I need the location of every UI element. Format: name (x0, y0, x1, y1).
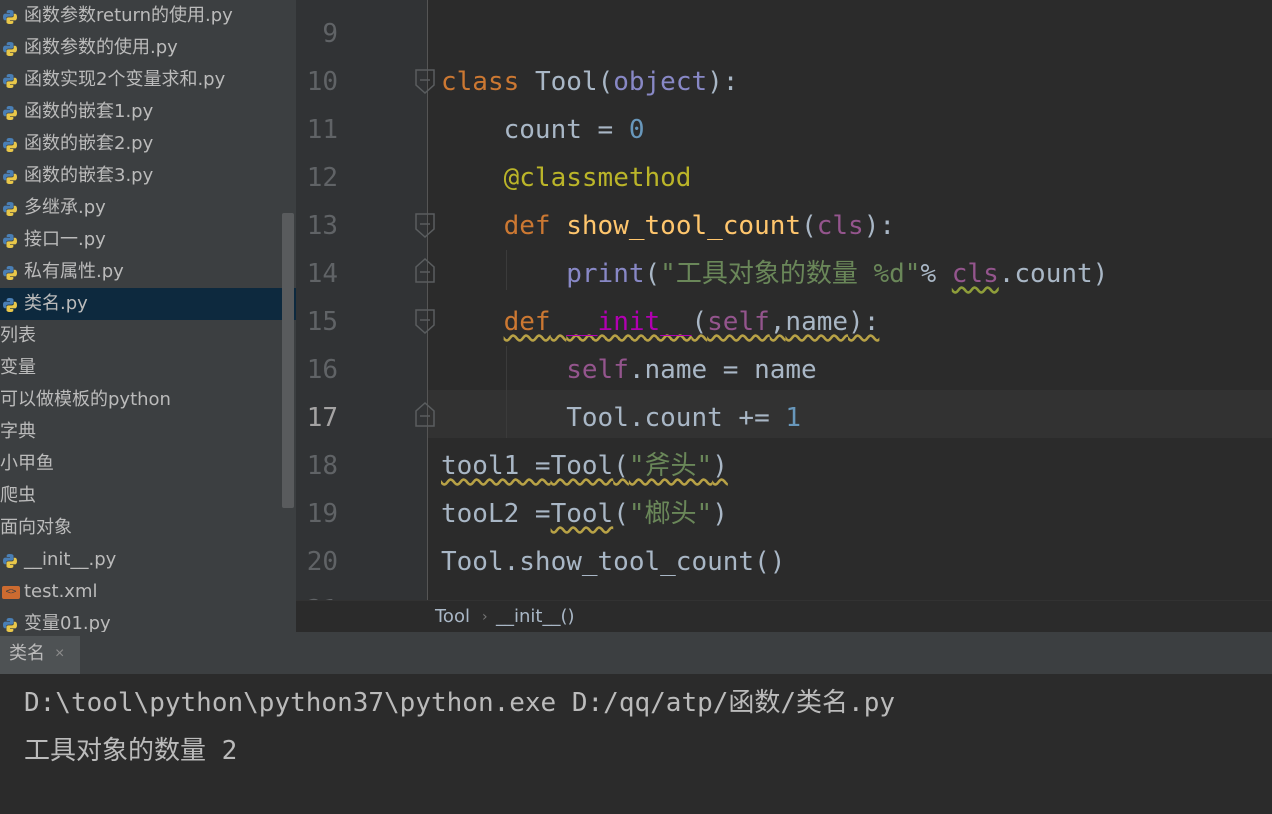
code-line-13[interactable]: def show_tool_count(cls): (441, 202, 895, 250)
python-file-icon (3, 202, 17, 216)
python-file-icon (3, 170, 17, 184)
line-number: 13 (306, 211, 338, 241)
run-console[interactable]: D:\tool\python\python37\python.exe D:/qq… (0, 675, 1272, 814)
xml-file-icon: <> (2, 586, 20, 599)
fold-open-icon[interactable] (414, 69, 436, 95)
python-file-icon (3, 298, 17, 312)
tree-item[interactable]: 函数的嵌套3.py (0, 160, 296, 192)
tree-item-label: 变量01.py (24, 613, 111, 632)
tree-item-label: 爬虫 (0, 485, 36, 506)
tree-item[interactable]: 私有属性.py (0, 256, 296, 288)
tree-item-label: 函数参数的使用.py (24, 37, 178, 58)
tree-item[interactable]: 函数参数return的使用.py (0, 0, 296, 32)
code-line-12[interactable]: @classmethod (441, 154, 692, 202)
tree-item[interactable]: 接口一.py (0, 224, 296, 256)
python-file-icon (3, 74, 17, 88)
tree-item[interactable]: __init__.py (0, 544, 296, 576)
code-line-10[interactable]: class Tool(object): (441, 58, 738, 106)
line-number: 10 (306, 67, 338, 97)
tree-item-label: 类名.py (24, 293, 88, 314)
console-line: 工具对象的数量 2 (24, 736, 238, 766)
code-editor[interactable]: 9 10 11 12 13 14 15 16 17 18 19 20 21 class Tool(obj… (296, 0, 1272, 600)
tree-item-label: 变量 (0, 357, 36, 378)
tree-item[interactable]: 类名.py (0, 288, 296, 320)
fold-open-icon[interactable] (414, 213, 436, 239)
breadcrumb-item-class[interactable]: Tool (435, 601, 470, 633)
breadcrumb: Tool › __init__() (296, 600, 1272, 633)
tree-item-label: test.xml (24, 581, 98, 602)
tree-item[interactable]: 列表 (0, 320, 296, 352)
python-file-icon (3, 138, 17, 152)
tree-item-label: __init__.py (24, 549, 117, 570)
console-line: D:\tool\python\python37\python.exe D:/qq… (24, 688, 896, 718)
tree-item-label: 函数的嵌套1.py (24, 101, 154, 122)
tree-item[interactable]: 小甲鱼 (0, 448, 296, 480)
tree-scrollbar[interactable] (282, 213, 294, 508)
code-line-15[interactable]: def __init__(self,name): (441, 298, 880, 346)
tree-item-label: 可以做模板的python (0, 389, 171, 410)
tree-item-label: 小甲鱼 (0, 453, 54, 474)
code-line-16[interactable]: self.name = name (441, 346, 816, 394)
tree-item[interactable]: 面向对象 (0, 512, 296, 544)
line-number: 16 (306, 355, 338, 385)
python-file-icon (3, 266, 17, 280)
python-file-icon (3, 618, 17, 632)
code-line-17[interactable]: Tool.count += 1 (441, 394, 801, 442)
code-line-14[interactable]: print("工具对象的数量 %d"% cls.count) (441, 250, 1108, 298)
run-tab[interactable]: 类名 × (0, 636, 80, 674)
python-file-icon (3, 42, 17, 56)
code-line-19[interactable]: tooL2 =Tool("榔头") (441, 490, 728, 538)
tree-item-label: 字典 (0, 421, 36, 442)
line-number: 17 (306, 403, 338, 433)
tree-item[interactable]: 函数实现2个变量求和.py (0, 64, 296, 96)
tree-item[interactable]: 变量01.py (0, 608, 296, 632)
line-number: 12 (306, 163, 338, 193)
tree-item[interactable]: 多继承.py (0, 192, 296, 224)
python-file-icon (3, 554, 17, 568)
tree-item-label: 面向对象 (0, 517, 72, 538)
tree-item[interactable]: 函数的嵌套1.py (0, 96, 296, 128)
tree-item-label: 列表 (0, 325, 36, 346)
tree-item[interactable]: 函数参数的使用.py (0, 32, 296, 64)
line-number: 11 (306, 115, 338, 145)
code-line-20[interactable]: Tool.show_tool_count() (441, 538, 785, 586)
run-tab-label: 类名 (9, 643, 45, 664)
tree-item[interactable]: <> test.xml (0, 576, 296, 608)
close-icon[interactable]: × (55, 636, 64, 672)
code-line-11[interactable]: count = 0 (441, 106, 645, 154)
fold-open-icon[interactable] (414, 309, 436, 335)
code-line-18[interactable]: tool1 =Tool("斧头") (441, 442, 728, 490)
line-number: 21 (296, 586, 338, 600)
line-number: 9 (322, 19, 338, 49)
project-tree: 函数参数return的使用.py 函数参数的使用.py 函数实现2个变量求和.py 函… (0, 0, 296, 632)
tree-item-label: 接口一.py (24, 229, 106, 250)
line-number: 15 (306, 307, 338, 337)
tree-item[interactable]: 字典 (0, 416, 296, 448)
tree-item-label: 多继承.py (24, 197, 106, 218)
run-tool-bar: 类名 × (0, 632, 1272, 675)
line-number: 14 (306, 259, 338, 289)
tree-item-label: 函数的嵌套3.py (24, 165, 154, 186)
fold-close-icon[interactable] (414, 257, 436, 283)
python-file-icon (3, 10, 17, 24)
tree-item-label: 私有属性.py (24, 261, 124, 282)
tree-item[interactable]: 变量 (0, 352, 296, 384)
breadcrumb-item-method[interactable]: __init__() (496, 601, 575, 633)
tree-item-label: 函数的嵌套2.py (24, 133, 154, 154)
tree-item[interactable]: 爬虫 (0, 480, 296, 512)
line-number: 19 (306, 499, 338, 529)
breadcrumb-separator: › (482, 609, 488, 625)
tree-item-label: 函数实现2个变量求和.py (24, 69, 226, 90)
line-number: 20 (306, 547, 338, 577)
tree-item-label: 函数参数return的使用.py (24, 5, 233, 26)
line-number: 18 (306, 451, 338, 481)
tree-item[interactable]: 函数的嵌套2.py (0, 128, 296, 160)
tree-item[interactable]: 可以做模板的python (0, 384, 296, 416)
fold-close-icon[interactable] (414, 401, 436, 427)
python-file-icon (3, 234, 17, 248)
python-file-icon (3, 106, 17, 120)
